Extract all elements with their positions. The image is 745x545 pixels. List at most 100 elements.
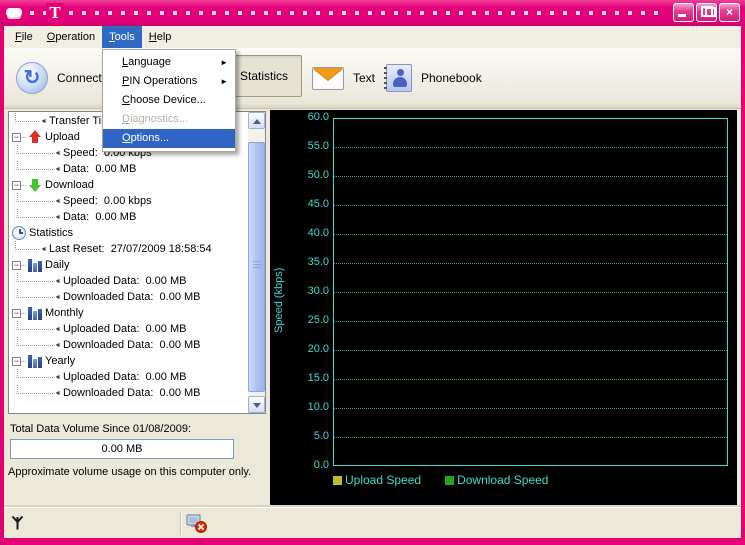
- tree-connector: [15, 240, 39, 250]
- y-tick-label: 5.0: [313, 430, 329, 442]
- statistics-label: Statistics: [239, 69, 288, 83]
- tools-dropdown-menu: Language ► PIN Operations ► Choose Device...…: [102, 49, 236, 152]
- close-button[interactable]: ×: [719, 3, 740, 22]
- total-data-volume-label: Total Data Volume Since 01/08/2009:: [10, 423, 192, 435]
- menu-item-choose-device[interactable]: Choose Device...: [103, 91, 235, 110]
- y-tick-label: 30.0: [307, 285, 329, 297]
- tree-item-monthly[interactable]: − Monthly: [10, 305, 232, 321]
- tree-item-speed[interactable]: ◄ Speed: 0.00 kbps: [10, 192, 232, 209]
- tree-item-uploaded-data[interactable]: ◄ Uploaded Data: 0.00 MB: [10, 272, 232, 289]
- gridline: [334, 292, 727, 293]
- tree-item-label: Uploaded Data: 0.00 MB: [62, 323, 187, 335]
- leaf-marker-icon: ◄: [54, 341, 61, 349]
- tree-item-downloaded-data[interactable]: ◄ Downloaded Data: 0.00 MB: [10, 336, 232, 353]
- tree-connector: [21, 360, 26, 362]
- gridline: [334, 263, 727, 264]
- connect-button[interactable]: ↻ Connect: [16, 58, 102, 98]
- y-tick-label: 50.0: [307, 169, 329, 181]
- y-tick-label: 60.0: [307, 111, 329, 123]
- tree-item-daily[interactable]: − Daily: [10, 257, 232, 273]
- minimize-button[interactable]: [673, 3, 694, 22]
- gridline: [334, 205, 727, 206]
- menu-item-language[interactable]: Language ►: [103, 53, 235, 72]
- statistics-button[interactable]: Statistics: [226, 55, 302, 97]
- tree-connector: [17, 192, 53, 202]
- menu-label-rest: peration: [55, 31, 96, 43]
- expander-icon[interactable]: −: [12, 180, 21, 190]
- phonebook-label: Phonebook: [421, 71, 482, 85]
- arr-down-icon: [28, 178, 42, 192]
- gridline: [334, 350, 727, 351]
- tree-item-label: Yearly: [45, 355, 76, 367]
- tree-item-downloaded-data[interactable]: ◄ Downloaded Data: 0.00 MB: [10, 288, 232, 305]
- scrollbar-thumb[interactable]: [248, 142, 265, 392]
- statusbar-divider: [180, 512, 182, 535]
- menu-item-pin-operations[interactable]: PIN Operations ►: [103, 72, 235, 91]
- menu-bar-item-help[interactable]: Help: [142, 26, 179, 48]
- tree-connector: [17, 144, 53, 154]
- tree-item-download[interactable]: − Download: [10, 177, 232, 193]
- expander-icon[interactable]: −: [12, 308, 21, 318]
- tree-item-label: Last Reset: 27/07/2009 18:58:54: [48, 243, 212, 255]
- menu-key-letter: F: [15, 31, 22, 43]
- tree-item-uploaded-data[interactable]: ◄ Uploaded Data: 0.00 MB: [10, 368, 232, 385]
- tree-rows: ◄ Transfer Time − Upload ◄ Speed: 0.00 kbps ◄ D…: [10, 112, 232, 401]
- tree-item-label: Daily: [45, 259, 70, 271]
- menu-bar-item-tools[interactable]: Tools: [102, 26, 142, 48]
- submenu-arrow-icon: ►: [220, 58, 228, 67]
- menu-bar: File Operation Tools Help: [4, 26, 741, 48]
- tree-connector: [17, 368, 53, 378]
- tree-connector: [17, 320, 53, 330]
- restore-button[interactable]: [696, 3, 717, 22]
- leaf-marker-icon: ◄: [54, 389, 61, 397]
- tree-item-downloaded-data[interactable]: ◄ Downloaded Data: 0.00 MB: [10, 384, 232, 401]
- expander-icon[interactable]: −: [12, 356, 21, 366]
- clock-icon: [12, 226, 26, 240]
- phonebook-icon: [384, 64, 412, 92]
- menu-bar-item-operation[interactable]: Operation: [40, 26, 102, 48]
- scroll-up-button[interactable]: [248, 112, 265, 129]
- y-tick-label: 25.0: [307, 314, 329, 326]
- gridline: [334, 379, 727, 380]
- menu-label-rest: ptions...: [130, 132, 170, 144]
- leaf-marker-icon: ◄: [54, 197, 61, 205]
- tree-item-last-reset[interactable]: ◄ Last Reset: 27/07/2009 18:58:54: [10, 240, 232, 257]
- text-button[interactable]: Text: [312, 58, 375, 98]
- tree-item-label: Download: [45, 179, 94, 191]
- statistics-tree-panel: ◄ Transfer Time − Upload ◄ Speed: 0.00 kbps ◄ D…: [8, 111, 266, 414]
- tree-item-data[interactable]: ◄ Data: 0.00 MB: [10, 160, 232, 177]
- tree-item-label: Downloaded Data: 0.00 MB: [62, 291, 201, 303]
- total-data-volume-value[interactable]: 0.00 MB: [10, 439, 234, 459]
- menu-key-letter: D: [122, 113, 130, 125]
- tree-item-yearly[interactable]: − Yearly: [10, 353, 232, 369]
- tree-connector: [15, 112, 39, 122]
- app-window: T × File Operation Tools Help ↻ Connect Sta…: [0, 0, 745, 545]
- connect-label: Connect: [57, 71, 102, 85]
- bars-icon: [28, 258, 42, 272]
- tree-item-uploaded-data[interactable]: ◄ Uploaded Data: 0.00 MB: [10, 320, 232, 337]
- expander-icon[interactable]: −: [12, 260, 21, 270]
- menu-key-letter: H: [148, 31, 157, 43]
- menu-label-rest: elp: [156, 31, 172, 43]
- app-icon: [6, 8, 22, 17]
- menu-item-options[interactable]: Options...: [103, 129, 235, 148]
- tree-scrollbar[interactable]: [248, 112, 265, 413]
- y-tick-label: 15.0: [307, 372, 329, 384]
- menu-label-rest: iagnostics...: [129, 113, 189, 125]
- leaf-marker-icon: ◄: [54, 165, 61, 173]
- y-tick-label: 20.0: [307, 343, 329, 355]
- tree-item-data[interactable]: ◄ Data: 0.00 MB: [10, 208, 232, 225]
- tree-item-statistics[interactable]: Statistics: [10, 225, 232, 241]
- y-tick-label: 35.0: [307, 256, 329, 268]
- y-axis-title: Speed (kbps): [273, 267, 285, 333]
- scroll-down-button[interactable]: [248, 396, 265, 413]
- tree-item-label: Statistics: [29, 227, 74, 239]
- expander-icon[interactable]: −: [12, 132, 21, 142]
- phonebook-button[interactable]: Phonebook: [384, 58, 482, 98]
- speed-chart: Speed (kbps) Upload Speed Download Speed …: [270, 110, 737, 505]
- tree-connector: [21, 184, 26, 186]
- title-bar[interactable]: T ×: [0, 0, 745, 26]
- menu-bar-item-file[interactable]: File: [8, 26, 40, 48]
- connection-disconnected-icon: [186, 514, 208, 536]
- menu-label-rest: ile: [21, 31, 33, 43]
